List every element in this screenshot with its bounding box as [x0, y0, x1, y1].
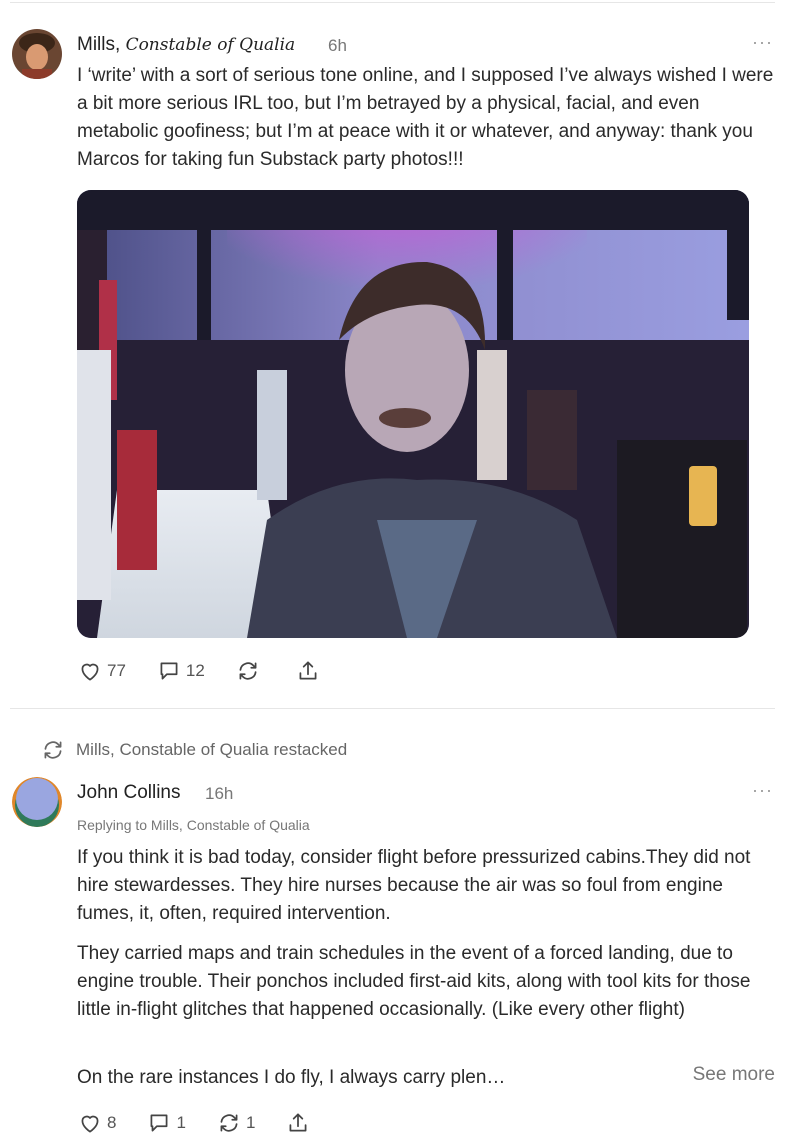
avatar[interactable]	[12, 29, 62, 79]
comment-paragraph: They carried maps and train schedules in…	[77, 943, 751, 1020]
share-icon	[289, 1113, 307, 1132]
comment-time: 16h	[205, 784, 234, 803]
restack-label: Mills, Constable of Qualia restacked	[76, 740, 348, 759]
comment-paragraph: On the rare instances I do fly, I always…	[77, 1067, 506, 1088]
post-text: I ‘write’ with a sort of serious tone on…	[77, 65, 774, 170]
like-button[interactable]: 8	[77, 1110, 116, 1136]
share-button[interactable]	[285, 1110, 315, 1136]
post-time: 6h	[328, 36, 347, 55]
restack-notice: Mills, Constable of Qualia restacked	[40, 737, 347, 763]
replying-to[interactable]: Replying to Mills, Constable of Qualia	[77, 817, 310, 833]
comment-count: 1	[176, 1113, 186, 1132]
top-divider	[10, 2, 775, 3]
avatar-image	[12, 29, 62, 79]
share-icon	[299, 661, 317, 680]
restack-icon	[44, 741, 62, 759]
author-name: Mills,	[77, 34, 121, 55]
party-photo	[77, 190, 749, 638]
restack-icon	[220, 1114, 238, 1132]
like-count: 77	[107, 661, 126, 680]
comment-button[interactable]: 12	[156, 658, 205, 684]
section-divider	[10, 708, 775, 709]
avatar-image	[12, 777, 62, 827]
restack-button[interactable]	[235, 658, 265, 684]
post-photo[interactable]	[77, 190, 749, 638]
see-more-link[interactable]: See more	[693, 1064, 775, 1086]
commenter-avatar[interactable]	[12, 777, 62, 827]
heart-icon	[81, 663, 99, 681]
restack-icon	[239, 662, 257, 680]
comment-actions: 8 1 1	[77, 1108, 345, 1138]
post-actions: 77 12	[77, 656, 355, 686]
comment-author[interactable]: John Collins	[77, 782, 181, 804]
like-button[interactable]: 77	[77, 658, 126, 684]
share-button[interactable]	[295, 658, 325, 684]
restack-button[interactable]: 1	[216, 1110, 255, 1136]
comment-count: 12	[185, 661, 205, 680]
restack-count: 1	[245, 1113, 256, 1132]
comment-icon	[151, 1114, 168, 1132]
comment-paragraph: If you think it is bad today, consider f…	[77, 847, 751, 924]
post-more-button[interactable]: ···	[752, 32, 773, 53]
comment-button[interactable]: 1	[146, 1110, 186, 1136]
comment-icon	[160, 662, 178, 680]
comment-more-button[interactable]: ···	[752, 780, 773, 801]
post-author[interactable]: Mills, Constable of Qualia	[77, 34, 295, 56]
like-count: 8	[107, 1113, 117, 1132]
heart-icon	[81, 1115, 99, 1133]
author-handle: Constable of Qualia	[125, 35, 296, 55]
